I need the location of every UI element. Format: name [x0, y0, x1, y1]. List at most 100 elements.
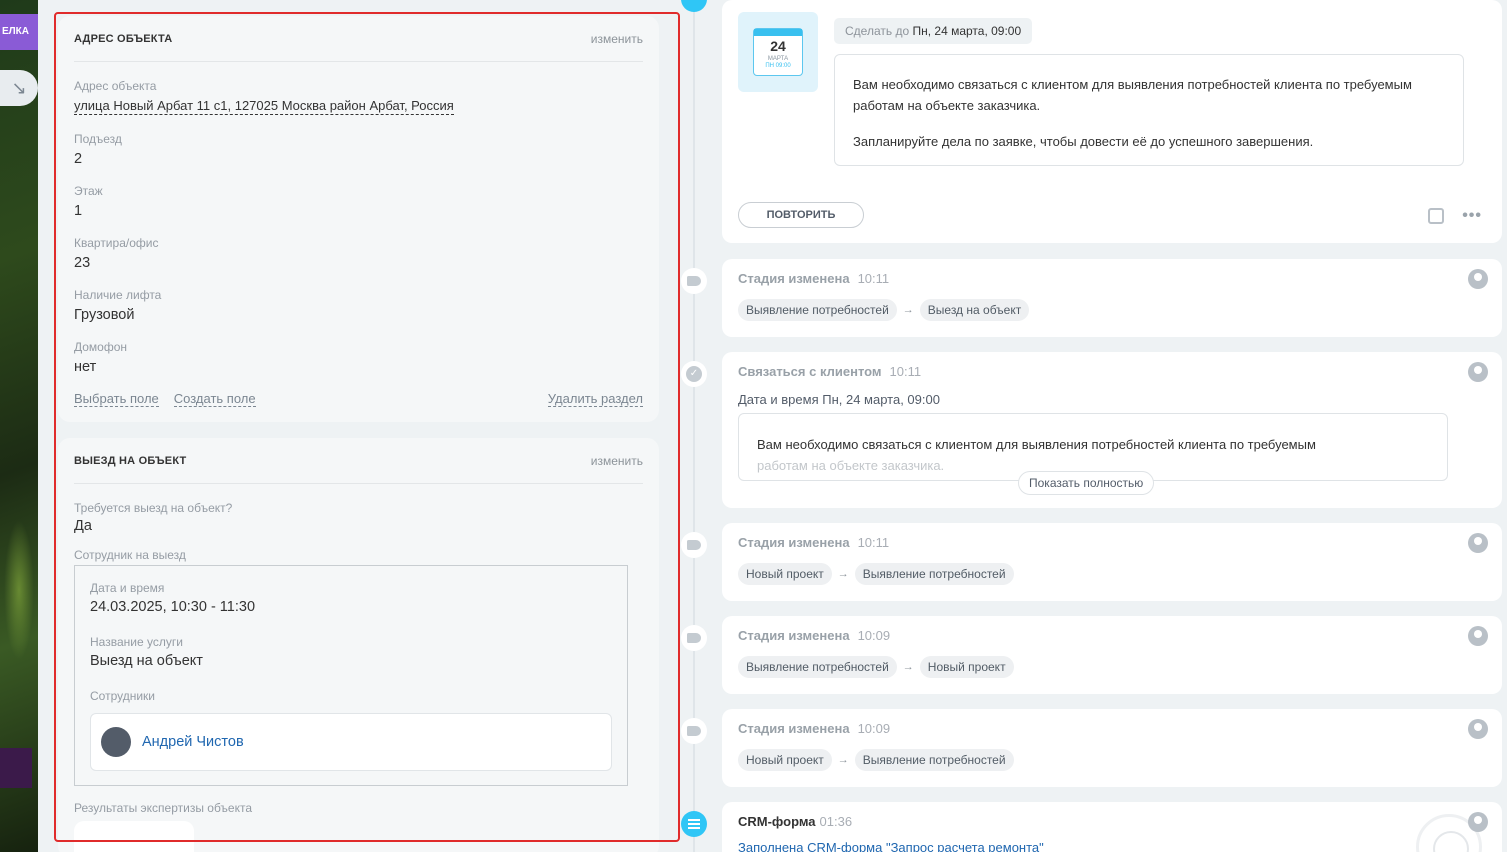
side-block — [0, 748, 32, 788]
stage-from: Новый проект — [738, 749, 832, 771]
booking-service: Выезд на объект — [90, 653, 203, 669]
task-text-1: Вам необходимо связаться с клиентом для … — [853, 77, 1412, 113]
event-header: Стадия изменена 10:11 — [738, 271, 889, 286]
stage-to: Выявление потребностей — [854, 563, 1014, 585]
event-time: 01:36 — [819, 814, 853, 829]
visit-section: ВЫЕЗД НА ОБЪЕКТ изменить Требуется выезд… — [58, 438, 659, 852]
calendar-month: МАРТА — [767, 56, 789, 62]
user-icon[interactable] — [1468, 533, 1488, 553]
calendar-icon: 24 МАРТА ПН 09:00 — [738, 12, 818, 92]
stage-change-card: Стадия изменена 10:11 Новый проект → Выяв… — [722, 523, 1502, 601]
select-field-link[interactable]: Выбрать поле — [74, 391, 159, 407]
field-entrance: Подъезд 2 — [74, 132, 643, 167]
stage-to: Выезд на объект — [919, 299, 1030, 321]
user-icon[interactable] — [1468, 719, 1488, 739]
entity-fields-column: АДРЕС ОБЪЕКТА изменить Адрес объекта ули… — [58, 0, 659, 852]
field-label: Результаты экспертизы объекта — [74, 801, 253, 815]
avatar — [101, 727, 131, 757]
event-header: CRM-форма 01:36 — [738, 814, 852, 829]
user-icon[interactable] — [1468, 626, 1488, 646]
side-tab[interactable]: ЕЛКА — [0, 14, 38, 50]
field-value: 23 — [74, 255, 91, 271]
call-text-line-1: Вам необходимо связаться с клиентом для … — [757, 437, 1316, 452]
tag-icon — [681, 532, 707, 558]
check-icon: ✓ — [681, 361, 707, 387]
field-label: Название услуги — [90, 635, 183, 649]
repeat-button[interactable]: ПОВТОРИТЬ — [738, 202, 864, 228]
field-visit-required: Требуется выезд на объект? Да — [74, 501, 643, 534]
address-section: АДРЕС ОБЪЕКТА изменить Адрес объекта ули… — [58, 16, 659, 422]
event-header: Стадия изменена 10:09 — [738, 628, 890, 643]
more-icon[interactable]: ••• — [1462, 208, 1482, 224]
arrow-icon: → — [837, 568, 849, 580]
stage-from: Выявление потребностей — [738, 656, 897, 678]
employee-name-link[interactable]: Андрей Чистов — [142, 734, 244, 750]
stage-from: Новый проект — [738, 563, 832, 585]
event-title: Стадия изменена — [738, 271, 850, 286]
stage-transition: Новый проект → Выявление потребностей — [738, 563, 1014, 585]
stage-transition: Новый проект → Выявление потребностей — [738, 749, 1014, 771]
event-title: CRM-форма — [738, 814, 816, 829]
arrow-icon: → — [902, 304, 914, 316]
task-deadline[interactable]: Сделать до Пн, 24 марта, 09:00 — [834, 18, 1033, 44]
user-icon[interactable] — [1468, 362, 1488, 382]
expertise-results-tile[interactable] — [74, 821, 194, 852]
address-value-link[interactable]: улица Новый Арбат 11 с1, 127025 Москва р… — [74, 98, 454, 115]
task-description: Вам необходимо связаться с клиентом для … — [834, 54, 1464, 166]
form-icon — [681, 811, 707, 837]
task-card: 24 МАРТА ПН 09:00 Сделать до Пн, 24 март… — [722, 0, 1502, 243]
field-label: Сотрудники — [90, 689, 155, 703]
field-label: Домофон — [74, 340, 128, 354]
address-edit-link[interactable]: изменить — [591, 32, 643, 46]
field-value: нет — [74, 359, 97, 375]
visit-section-title: ВЫЕЗД НА ОБЪЕКТ — [74, 454, 187, 467]
field-label: Этаж — [74, 184, 103, 198]
crm-form-link[interactable]: Заполнена CRM-форма "Запрос расчета ремо… — [738, 840, 1044, 852]
employee-item[interactable]: Андрей Чистов — [90, 713, 612, 771]
address-section-title: АДРЕС ОБЪЕКТА — [74, 32, 173, 45]
event-time: 10:11 — [889, 364, 922, 379]
crm-form-card: CRM-форма 01:36 Заполнена CRM-форма "Запр… — [722, 802, 1502, 852]
field-value: Грузовой — [74, 307, 135, 323]
calendar-day: 24 — [770, 38, 786, 54]
field-value: Да — [74, 518, 92, 534]
user-icon[interactable] — [1468, 812, 1488, 832]
booking-datetime: 24.03.2025, 10:30 - 11:30 — [90, 599, 256, 615]
tag-icon — [681, 625, 707, 651]
event-time: 10:11 — [857, 271, 890, 286]
event-title: Стадия изменена — [738, 535, 850, 550]
tag-icon — [681, 268, 707, 294]
field-apartment: Квартира/офис 23 — [74, 236, 643, 271]
event-time: 10:09 — [857, 628, 891, 643]
field-label: Наличие лифта — [74, 288, 162, 302]
note-icon[interactable] — [1428, 208, 1444, 224]
stage-transition: Выявление потребностей → Новый проект — [738, 656, 1014, 678]
user-icon[interactable] — [1468, 269, 1488, 289]
field-label: Сотрудник на выезд — [74, 548, 186, 562]
show-full-button[interactable]: Показать полностью — [1018, 471, 1155, 495]
field-elevator: Наличие лифта Грузовой — [74, 288, 643, 323]
delete-section-link[interactable]: Удалить раздел — [547, 391, 643, 407]
field-label: Требуется выезд на объект? — [74, 501, 233, 515]
create-field-link[interactable]: Создать поле — [173, 391, 256, 407]
event-title[interactable]: Связаться с клиентом — [738, 364, 882, 379]
deadline-value: Пн, 24 марта, 09:00 — [912, 24, 1022, 38]
call-activity-card: Связаться с клиентом 10:11 Дата и время П… — [722, 352, 1502, 508]
tag-icon — [681, 718, 707, 744]
field-label: Квартира/офис — [74, 236, 159, 250]
stage-from: Выявление потребностей — [738, 299, 897, 321]
visit-edit-link[interactable]: изменить — [591, 454, 643, 468]
field-label: Подъезд — [74, 132, 122, 146]
timeline-task-icon — [681, 0, 707, 12]
calendar-weekday: ПН 09:00 — [765, 63, 791, 69]
stage-change-card: Стадия изменена 10:09 Новый проект → Выяв… — [722, 709, 1502, 787]
event-time: 10:11 — [857, 535, 890, 550]
event-header: Связаться с клиентом 10:11 — [738, 364, 921, 379]
arrow-icon: → — [902, 661, 914, 673]
stage-transition: Выявление потребностей → Выезд на объект — [738, 299, 1030, 321]
call-datetime: Дата и время Пн, 24 марта, 09:00 — [738, 392, 940, 407]
collapse-arrow-icon[interactable]: ↘ — [0, 70, 38, 106]
field-value: 2 — [74, 151, 83, 167]
arrow-icon: → — [837, 754, 849, 766]
